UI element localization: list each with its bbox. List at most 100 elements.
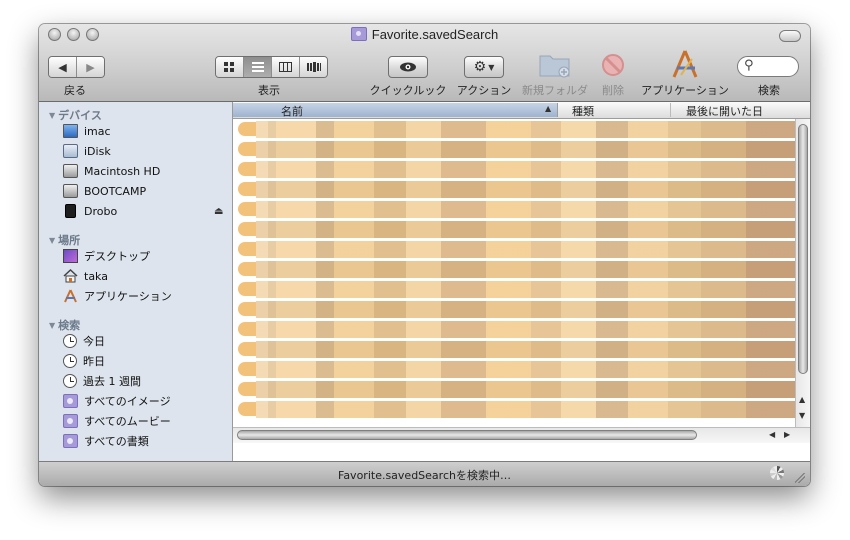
obscured-row-content: [256, 261, 795, 278]
clock-icon: [63, 354, 77, 368]
scroll-left-arrow-icon[interactable]: ◀: [769, 430, 775, 439]
delete-label: 削除: [602, 84, 624, 97]
table-row[interactable]: [233, 219, 795, 239]
sidebar-item-drobo[interactable]: Drobo: [63, 202, 117, 220]
scroll-right-arrow-icon[interactable]: ▶: [784, 430, 790, 439]
back-button[interactable]: ◀: [49, 57, 77, 77]
file-icon: [238, 242, 256, 256]
sidebar-item-home[interactable]: taka: [63, 267, 108, 285]
progress-spinner-icon: [770, 466, 784, 480]
imac-icon: [63, 124, 78, 138]
sidebar-section-places[interactable]: ▼ 場所: [49, 232, 80, 248]
vertical-scrollbar[interactable]: ▲ ▼: [795, 119, 810, 427]
action-button[interactable]: ⚙ ▼: [464, 56, 504, 78]
list-view-icon: [251, 62, 264, 72]
eye-icon: [400, 62, 416, 72]
file-icon: [238, 382, 256, 396]
desktop-icon: [63, 249, 78, 263]
table-row[interactable]: [233, 139, 795, 159]
status-bar: Favorite.savedSearchを検索中…: [39, 461, 810, 486]
drobo-icon: [65, 204, 76, 218]
sidebar-item-all-movies[interactable]: すべてのムービー: [63, 412, 171, 430]
applications-icon[interactable]: [668, 49, 702, 79]
sidebar-section-devices[interactable]: ▼ デバイス: [49, 107, 102, 123]
table-row[interactable]: [233, 179, 795, 199]
sidebar-item-macintosh-hd[interactable]: Macintosh HD: [63, 162, 160, 180]
table-row[interactable]: [233, 119, 795, 139]
harddisk-icon: [63, 184, 78, 198]
smart-folder-icon: [63, 414, 78, 428]
toolbar: Favorite.savedSearch ◀ ▶ 戻る 表示 クイックルック ⚙…: [39, 24, 810, 102]
forward-button[interactable]: ▶: [77, 57, 104, 77]
list-view-button[interactable]: [244, 57, 272, 77]
table-row[interactable]: [233, 379, 795, 399]
disclosure-triangle-icon: ▼: [49, 111, 56, 120]
delete-icon[interactable]: [601, 53, 625, 77]
chevron-down-icon: ▼: [488, 62, 495, 72]
idisk-icon: [63, 144, 78, 158]
search-field[interactable]: ⚲: [737, 56, 799, 77]
harddisk-icon: [63, 164, 78, 178]
scroll-down-arrow-icon[interactable]: ▼: [799, 411, 805, 420]
vertical-scroll-thumb[interactable]: [798, 124, 808, 374]
gear-icon: ⚙: [473, 59, 487, 75]
sidebar-item-all-documents[interactable]: すべての書類: [63, 432, 149, 450]
obscured-row-content: [256, 381, 795, 398]
obscured-row-content: [256, 281, 795, 298]
table-row[interactable]: [233, 199, 795, 219]
scroll-up-arrow-icon[interactable]: ▲: [799, 395, 805, 404]
back-forward-control: ◀ ▶: [48, 56, 105, 78]
column-view-button[interactable]: [272, 57, 300, 77]
horizontal-scroll-thumb[interactable]: [237, 430, 697, 440]
column-header-kind[interactable]: 種類: [558, 103, 671, 118]
sidebar-item-past-week[interactable]: 過去 1 週間: [63, 372, 141, 390]
table-row[interactable]: [233, 259, 795, 279]
table-row[interactable]: [233, 239, 795, 259]
file-icon: [238, 202, 256, 216]
eject-icon[interactable]: ⏏: [214, 206, 223, 217]
sidebar-item-bootcamp[interactable]: BOOTCAMP: [63, 182, 146, 200]
sidebar: ▼ デバイス imac iDisk Macintosh HD BOOTCAMP D…: [39, 102, 233, 461]
sidebar-item-applications[interactable]: アプリケーション: [63, 287, 172, 305]
table-row[interactable]: [233, 399, 795, 419]
toolbar-toggle-button[interactable]: [779, 30, 801, 42]
table-row[interactable]: [233, 159, 795, 179]
sidebar-item-desktop[interactable]: デスクトップ: [63, 247, 150, 265]
file-icon: [238, 142, 256, 156]
column-header-name[interactable]: 名前: [233, 103, 558, 118]
sidebar-item-idisk[interactable]: iDisk: [63, 142, 111, 160]
sidebar-item-imac[interactable]: imac: [63, 122, 111, 140]
resize-grip-icon[interactable]: [795, 473, 805, 483]
sidebar-item-all-images[interactable]: すべてのイメージ: [63, 392, 171, 410]
file-icon: [238, 262, 256, 276]
table-row[interactable]: [233, 279, 795, 299]
sidebar-item-today[interactable]: 今日: [63, 332, 105, 350]
horizontal-scrollbar[interactable]: ◀ ▶: [233, 427, 810, 443]
disclosure-triangle-icon: ▼: [49, 321, 56, 330]
table-row[interactable]: [233, 299, 795, 319]
column-header-date-last-opened[interactable]: 最後に開いた日: [672, 103, 810, 118]
column-view-icon: [279, 62, 292, 72]
table-row[interactable]: [233, 359, 795, 379]
obscured-row-content: [256, 401, 795, 418]
smart-folder-icon: [63, 434, 78, 448]
quicklook-label: クイックルック: [369, 84, 447, 97]
sidebar-section-search[interactable]: ▼ 検索: [49, 317, 80, 333]
obscured-row-content: [256, 161, 795, 178]
newfolder-label: 新規フォルダ: [522, 84, 588, 97]
icon-view-button[interactable]: [216, 57, 244, 77]
file-icon: [238, 302, 256, 316]
sidebar-item-yesterday[interactable]: 昨日: [63, 352, 105, 370]
column-header-bar: 名前 ▲ 種類 最後に開いた日: [233, 102, 810, 119]
table-row[interactable]: [233, 319, 795, 339]
file-icon: [238, 362, 256, 376]
quicklook-button[interactable]: [388, 56, 428, 78]
table-row[interactable]: [233, 339, 795, 359]
back-arrow-icon: ◀: [58, 60, 67, 74]
obscured-row-content: [256, 221, 795, 238]
coverflow-view-button[interactable]: [300, 57, 327, 77]
window-title: Favorite.savedSearch: [39, 27, 810, 45]
new-folder-icon[interactable]: [538, 50, 572, 78]
file-icon: [238, 322, 256, 336]
disclosure-triangle-icon: ▼: [49, 236, 56, 245]
